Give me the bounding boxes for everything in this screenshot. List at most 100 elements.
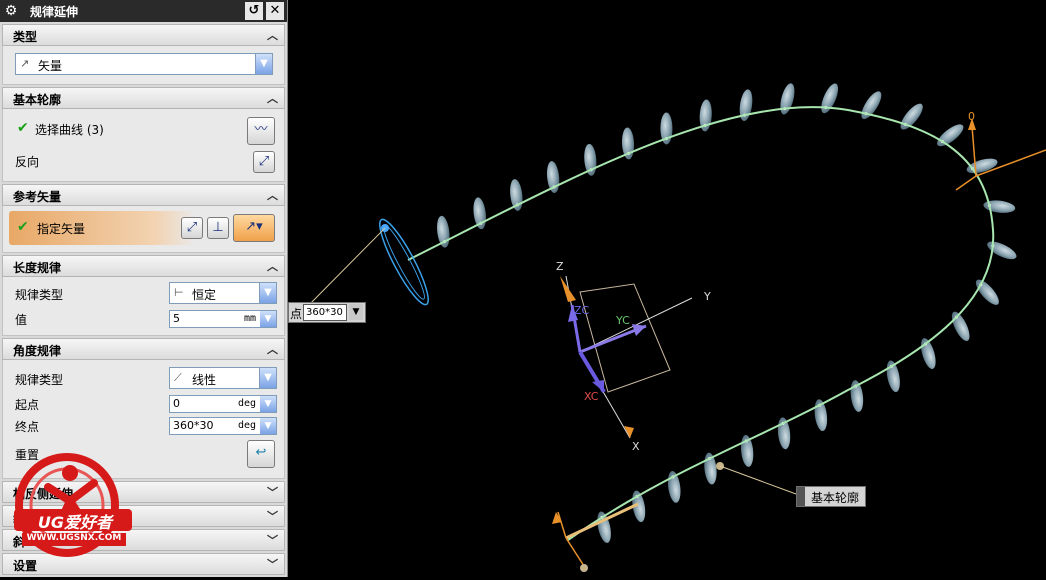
section-type-label: 类型 <box>13 30 38 44</box>
vector-type-icon: ↗ <box>20 57 30 70</box>
law-extension-dialog: ⚙ 规律延伸 ↺ ✕ 类型 ︿ ↗ 矢量 ▼ 基本轮廓 ︿ ✔ 选择曲线 (3)… <box>0 0 288 577</box>
reset-dialog-icon[interactable]: ↺ <box>245 2 263 20</box>
reverse-row: 反向 ⤢ <box>3 149 284 175</box>
grip-icon[interactable] <box>797 487 805 506</box>
base-profile-leader <box>719 465 797 495</box>
chevron-down-icon[interactable]: ▼ <box>260 396 276 412</box>
base-curve[interactable] <box>407 106 995 541</box>
check-icon: ✔ <box>17 219 29 235</box>
specify-vector-label: 指定矢量 <box>37 222 86 236</box>
start-handle-ellipse-inner <box>383 224 425 300</box>
angle-end-label: 终点 <box>15 420 40 434</box>
gear-icon[interactable]: ⚙ <box>3 3 19 19</box>
wcs-triad <box>560 275 693 439</box>
axis-yc-label: YC <box>615 314 630 327</box>
float-field-input[interactable]: 360*30 <box>303 304 347 321</box>
base-profile-label[interactable]: 基本轮廓 <box>796 486 866 507</box>
axis-z-label: Z <box>556 260 564 273</box>
select-curve-row[interactable]: ✔ 选择曲线 (3) 〰 <box>3 117 284 145</box>
angle-start-label: 起点 <box>15 398 40 412</box>
section-ref-body: ✔ 指定矢量 ⤢ ⊥ ↗▾ <box>2 206 285 253</box>
helix-fin <box>704 452 717 485</box>
helix-fin <box>740 435 754 467</box>
section-length-body: 规律类型 ⊢ 恒定 ▼ 值 5 mm ▼ <box>2 277 285 336</box>
chevron-up-icon: ︿ <box>267 189 278 202</box>
chevron-down-icon[interactable]: ▼ <box>259 368 276 388</box>
helix-fin <box>900 103 923 130</box>
section-ref-header[interactable]: 参考矢量 ︿ <box>2 184 285 206</box>
chevron-up-icon: ︿ <box>267 92 278 105</box>
section-ref-label: 参考矢量 <box>13 190 62 204</box>
viewport-canvas[interactable]: Z ZC Y YC XC X 0 <box>288 0 1046 577</box>
base-profile-text: 基本轮廓 <box>811 491 860 505</box>
chevron-up-icon: ︿ <box>267 343 278 356</box>
angle-start-input[interactable]: 0 deg ▼ <box>169 395 277 413</box>
length-law-value: 恒定 <box>192 288 217 302</box>
helix-fin <box>951 311 970 341</box>
reset-icon[interactable]: ↩ <box>247 440 275 468</box>
reverse-label: 反向 <box>15 155 40 169</box>
logo-text: UG爱好者 <box>37 513 113 532</box>
chevron-down-icon[interactable]: ▼ <box>349 304 363 320</box>
angle-law-select[interactable]: ⟋ 线性 ▼ <box>169 367 277 389</box>
section-base-header[interactable]: 基本轮廓 ︿ <box>2 87 285 109</box>
section-length-header[interactable]: 长度规律 ︿ <box>2 255 285 277</box>
length-value-label: 值 <box>15 313 28 327</box>
section-base-label: 基本轮廓 <box>13 93 62 107</box>
helix-fin <box>821 83 839 114</box>
linear-law-icon: ⟋ <box>174 371 182 384</box>
chevron-down-icon: ﹀ <box>267 558 278 571</box>
chevron-down-icon: ﹀ <box>267 534 278 547</box>
chevron-up-icon: ︿ <box>267 29 278 42</box>
select-curve-label: 选择曲线 (3) <box>35 123 104 137</box>
section-length-label: 长度规律 <box>13 261 62 275</box>
angle-start-unit: deg <box>237 398 256 409</box>
dialog-titlebar: ⚙ 规律延伸 ↺ ✕ <box>0 0 287 22</box>
type-select[interactable]: ↗ 矢量 ▼ <box>15 53 273 75</box>
chevron-down-icon[interactable]: ▼ <box>259 283 276 303</box>
logo-url: WWW.UGSNX.COM <box>26 533 122 543</box>
angle-end-unit: deg <box>237 420 256 431</box>
section-type-header[interactable]: 类型 ︿ <box>2 24 285 46</box>
angle-end-input[interactable]: 360*30 deg ▼ <box>169 417 277 435</box>
chevron-up-icon: ︿ <box>267 260 278 273</box>
graphics-viewport[interactable]: Z ZC Y YC XC X 0 点 360*30 ▼ 基本轮廓 <box>288 0 1046 577</box>
angle-law-value: 线性 <box>192 373 217 387</box>
end-vector-handle[interactable] <box>552 502 639 572</box>
constant-law-icon: ⊢ <box>174 286 184 299</box>
vector-type-dropdown-icon[interactable]: ↗▾ <box>233 214 275 242</box>
axis-y-label: Y <box>703 290 711 303</box>
chevron-down-icon: ﹀ <box>267 510 278 523</box>
chevron-down-icon[interactable]: ▼ <box>260 311 276 327</box>
chevron-down-icon[interactable]: ▼ <box>255 54 272 74</box>
chevron-down-icon[interactable]: ▼ <box>260 418 276 434</box>
leader-line <box>301 227 386 313</box>
length-value-input[interactable]: 5 mm ▼ <box>169 310 277 328</box>
helix-fin <box>546 161 560 194</box>
reverse-direction-icon[interactable]: ⤢ <box>253 151 275 173</box>
section-angle-header[interactable]: 角度规律 ︿ <box>2 338 285 360</box>
angle-law-type-label: 规律类型 <box>15 373 64 387</box>
dialog-title: 规律延伸 <box>30 5 79 19</box>
float-end-field[interactable]: 点 360*30 ▼ <box>288 302 366 323</box>
helix-fin <box>584 143 597 176</box>
check-icon: ✔ <box>17 120 29 136</box>
float-field-prefix: 点 <box>290 307 303 321</box>
axis-zc-label: ZC <box>574 304 590 317</box>
specify-vector-row[interactable]: ✔ 指定矢量 ⤢ ⊥ ↗▾ <box>9 211 275 245</box>
close-icon[interactable]: ✕ <box>266 2 284 20</box>
angle-start-value: 0 <box>173 397 180 410</box>
helix-fin <box>937 124 964 147</box>
length-law-type-label: 规律类型 <box>15 288 64 302</box>
type-select-value: 矢量 <box>38 59 63 73</box>
reference-vector-handle[interactable] <box>955 118 1046 191</box>
axis-x-label: X <box>632 440 640 453</box>
vector-constructor-icon[interactable]: ⊥ <box>207 217 229 239</box>
chevron-down-icon: ﹀ <box>267 486 278 499</box>
reverse-vector-icon[interactable]: ⤢ <box>181 217 203 239</box>
curve-select-icon[interactable]: 〰 <box>247 117 275 145</box>
ug-fans-logo: UG爱好者 WWW.UGSNX.COM <box>12 445 134 565</box>
angle-end-value: 360*30 <box>173 419 214 432</box>
axis-xc-label: XC <box>584 390 599 403</box>
length-law-select[interactable]: ⊢ 恒定 ▼ <box>169 282 277 304</box>
